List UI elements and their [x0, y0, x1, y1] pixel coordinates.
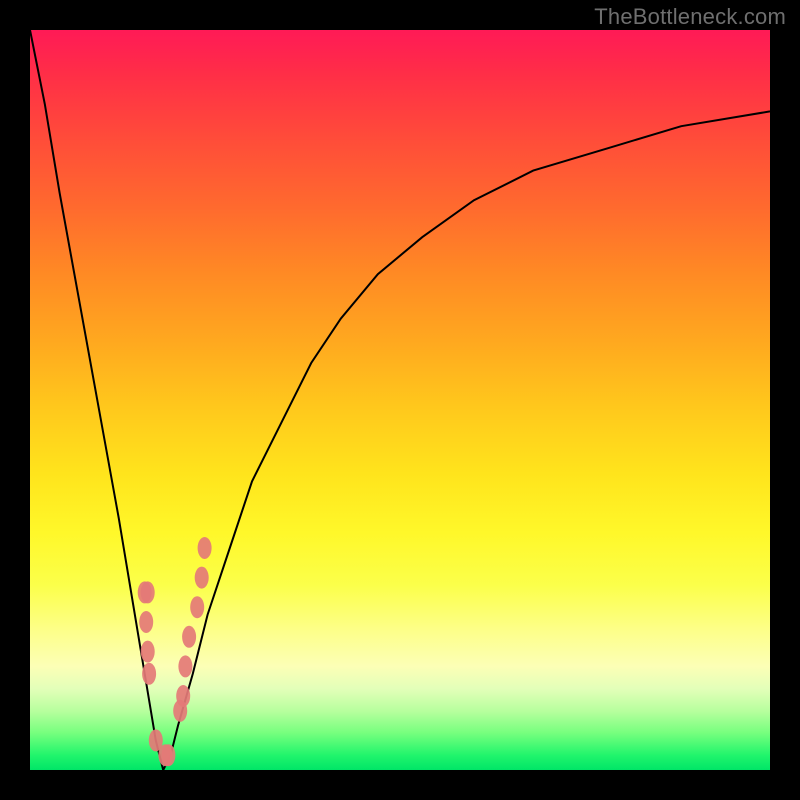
data-point [176, 685, 190, 707]
data-point [178, 655, 192, 677]
data-point [141, 641, 155, 663]
data-point [198, 537, 212, 559]
data-points [30, 30, 770, 770]
data-point [161, 744, 175, 766]
data-point [139, 611, 153, 633]
plot-area [30, 30, 770, 770]
data-point [182, 626, 196, 648]
data-point [190, 596, 204, 618]
watermark-label: TheBottleneck.com [594, 4, 786, 30]
data-point [195, 567, 209, 589]
data-point [142, 663, 156, 685]
chart-frame: TheBottleneck.com [0, 0, 800, 800]
data-point [141, 581, 155, 603]
